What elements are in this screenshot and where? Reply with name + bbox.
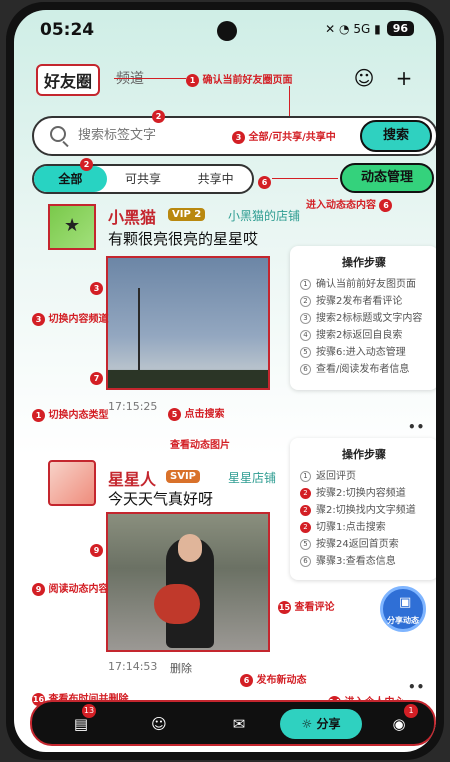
avatar[interactable] — [48, 460, 96, 506]
annotation-9: 9 — [90, 540, 103, 559]
search-button[interactable]: 搜索 — [360, 120, 432, 152]
annotation-line — [272, 178, 338, 179]
steps-panel: 操作步骤 1 返回评页 2 按骤2:切换内容频道 2 骤2:切换找内文字频道 2 切骤1… — [290, 438, 436, 580]
search-input[interactable] — [78, 127, 248, 142]
tab-shareable[interactable]: 可共享 — [107, 166, 180, 192]
annotation-6b: 1 切换内态类型 — [32, 406, 108, 422]
post-username[interactable]: 星星人 — [108, 466, 156, 490]
more-options-icon[interactable]: •• — [408, 680, 425, 694]
step-item: 2 切骤1:点击搜索 — [300, 519, 428, 536]
status-icons: ✕ ◔ 5G ▮ 96 — [325, 21, 414, 36]
status-time: 05:24 — [40, 20, 95, 40]
annotation-10: 6 发布新动态 — [240, 671, 306, 687]
dynamic-manage-button[interactable]: 动态管理 — [340, 163, 434, 193]
post-username[interactable]: 小黑猫 — [108, 204, 156, 228]
signal-icons: ✕ ◔ 5G ▮ — [325, 21, 381, 36]
tab-sharing[interactable]: 共享中 — [179, 166, 252, 192]
step-item: 3 搜索2标标题或文字内容 — [300, 310, 428, 327]
step-item: 1 确认当前前好友图页面 — [300, 276, 428, 293]
annotation-1: 1 确认当前好友圈页面 — [186, 71, 292, 87]
friends-circle-logo[interactable]: 好友圈 — [36, 64, 101, 96]
filter-tabs: 全部 可共享 共享中 — [32, 164, 254, 194]
post-title[interactable]: 有颗很亮很亮的星星哎 — [108, 228, 258, 249]
steps-title: 操作步骤 — [342, 256, 386, 269]
plus-icon[interactable]: + — [392, 66, 416, 90]
badge-count: 13 — [82, 704, 96, 718]
step-item: 6 骤骤3:查看态信息 — [300, 553, 428, 570]
step-item: 4 搜索2标返回自良索 — [300, 327, 428, 344]
more-options-icon[interactable]: •• — [408, 420, 425, 434]
mail-icon[interactable]: ✉ — [228, 714, 250, 734]
search-icon — [50, 126, 66, 142]
annotation-9b: 15 查看评论 — [278, 600, 335, 614]
bottom-nav: ▤ 13 ☺ ✉ ☼ 分享 ◉ 1 — [30, 700, 436, 746]
step-item: 2 骤2:切换找内文字频道 — [300, 502, 428, 519]
store-link[interactable]: 小黑猫的店铺 — [228, 207, 300, 224]
delete-button[interactable]: 删除 — [170, 660, 192, 676]
face-shape — [178, 534, 202, 562]
pole-shape — [138, 288, 140, 378]
badge-count: 1 — [404, 704, 418, 718]
step-item: 2 按骤2:切换内容频道 — [300, 485, 428, 502]
post-image[interactable] — [106, 256, 270, 390]
annotation-5: 5 点击搜索 — [168, 405, 224, 421]
camera-cutout — [217, 21, 237, 41]
svip-badge: SVIP — [166, 470, 200, 483]
phone-frame: 05:24 ✕ ◔ 5G ▮ 96 好友圈 频道 ☺ + 1 确认当前好友圈页面… — [6, 2, 444, 760]
post-image[interactable] — [106, 512, 270, 652]
share-button[interactable]: ☼ 分享 — [280, 709, 362, 739]
battery-icon: 96 — [386, 21, 414, 36]
annotation-line — [289, 86, 290, 116]
annotation-6: 6 — [258, 172, 271, 191]
avatar[interactable] — [48, 204, 96, 250]
flowers-shape — [154, 584, 200, 624]
vip-badge: VIP 2 — [168, 208, 206, 221]
app-screen: 05:24 ✕ ◔ 5G ▮ 96 好友圈 频道 ☺ + 1 确认当前好友圈页面… — [14, 10, 436, 752]
step-item: 1 返回评页 — [300, 468, 428, 485]
step-item: 6 查看/阅读发布者信息 — [300, 361, 428, 378]
trees-shape — [108, 370, 268, 388]
step-item: 5 按骤24返回首页索 — [300, 536, 428, 553]
annotation-7: 7 — [90, 368, 103, 387]
step-item: 5 按骤6:进入动态管理 — [300, 344, 428, 361]
status-bar: 05:24 ✕ ◔ 5G ▮ 96 — [14, 18, 436, 44]
annotation-3: 3 — [90, 278, 103, 297]
annotation-8: 9 阅读动态内容 — [32, 580, 108, 596]
annotation-2: 2 — [152, 106, 165, 125]
emoji-icon[interactable]: ☺ — [148, 714, 170, 734]
store-link[interactable]: 星星店铺 — [228, 469, 276, 486]
annotation-3b: 3 切换内容频道 — [32, 310, 108, 326]
share-dynamic-button[interactable]: 分享动态 — [380, 586, 426, 632]
steps-title: 操作步骤 — [342, 448, 386, 461]
annotation-line — [114, 78, 186, 79]
step-item: 2 按骤2发布者看评论 — [300, 293, 428, 310]
post-time: 17:15:25 — [108, 400, 158, 413]
post-time: 17:14:53 — [108, 660, 158, 673]
post-title[interactable]: 今天天气真好呀 — [108, 488, 213, 509]
steps-panel: 操作步骤 1 确认当前前好友图页面 2 按骤2发布者看评论 3 搜索2标标题或文字内容… — [290, 246, 436, 390]
tab-all[interactable]: 全部 — [34, 166, 107, 192]
annotation-2c: 2 — [80, 154, 93, 173]
user-icon[interactable]: ☺ — [352, 66, 376, 90]
annotation-2b: 3 全部/可共享/共享中 — [232, 128, 336, 144]
